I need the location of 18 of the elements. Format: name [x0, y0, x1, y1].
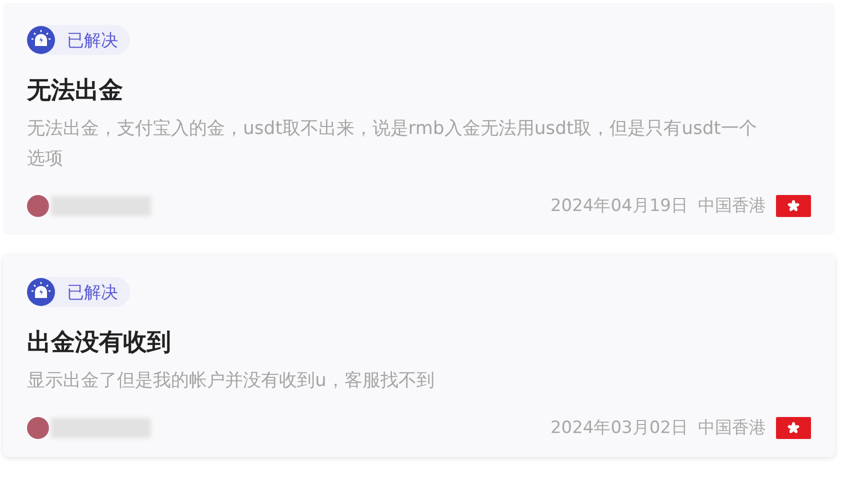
flag-icon: [776, 416, 811, 438]
post-date: 2024年03月02日: [550, 417, 688, 439]
post-region: 中国香港: [698, 417, 766, 439]
post-region: 中国香港: [698, 195, 766, 217]
post-description: 无法出金，支付宝入的金，usdt取不出来，说是rmb入金无法用usdt取，但是只有usdt一个选项: [27, 117, 758, 171]
avatar: [27, 194, 49, 216]
post-description: 显示出金了但是我的帐户并没有收到u，客服找不到: [27, 369, 436, 393]
status-badge: 已解决: [27, 25, 130, 55]
flag-icon: [776, 194, 811, 216]
siren-icon: [27, 26, 55, 54]
post-date: 2024年04月19日: [550, 195, 688, 217]
post-card[interactable]: 已解决 出金没有收到 显示出金了但是我的帐户并没有收到u，客服找不到 2024年03月02日 中国香港: [3, 255, 835, 457]
post-title: 无法出金: [27, 75, 124, 106]
siren-icon: [27, 278, 55, 306]
post-title: 出金没有收到: [27, 327, 172, 358]
post-card[interactable]: 已解决 无法出金 无法出金，支付宝入的金，usdt取不出来，说是rmb入金无法用usdt取，但是只有usdt一个选项 2024年04月19日 中国香港: [3, 3, 835, 235]
status-badge: 已解决: [27, 277, 130, 307]
avatar: [27, 416, 49, 438]
